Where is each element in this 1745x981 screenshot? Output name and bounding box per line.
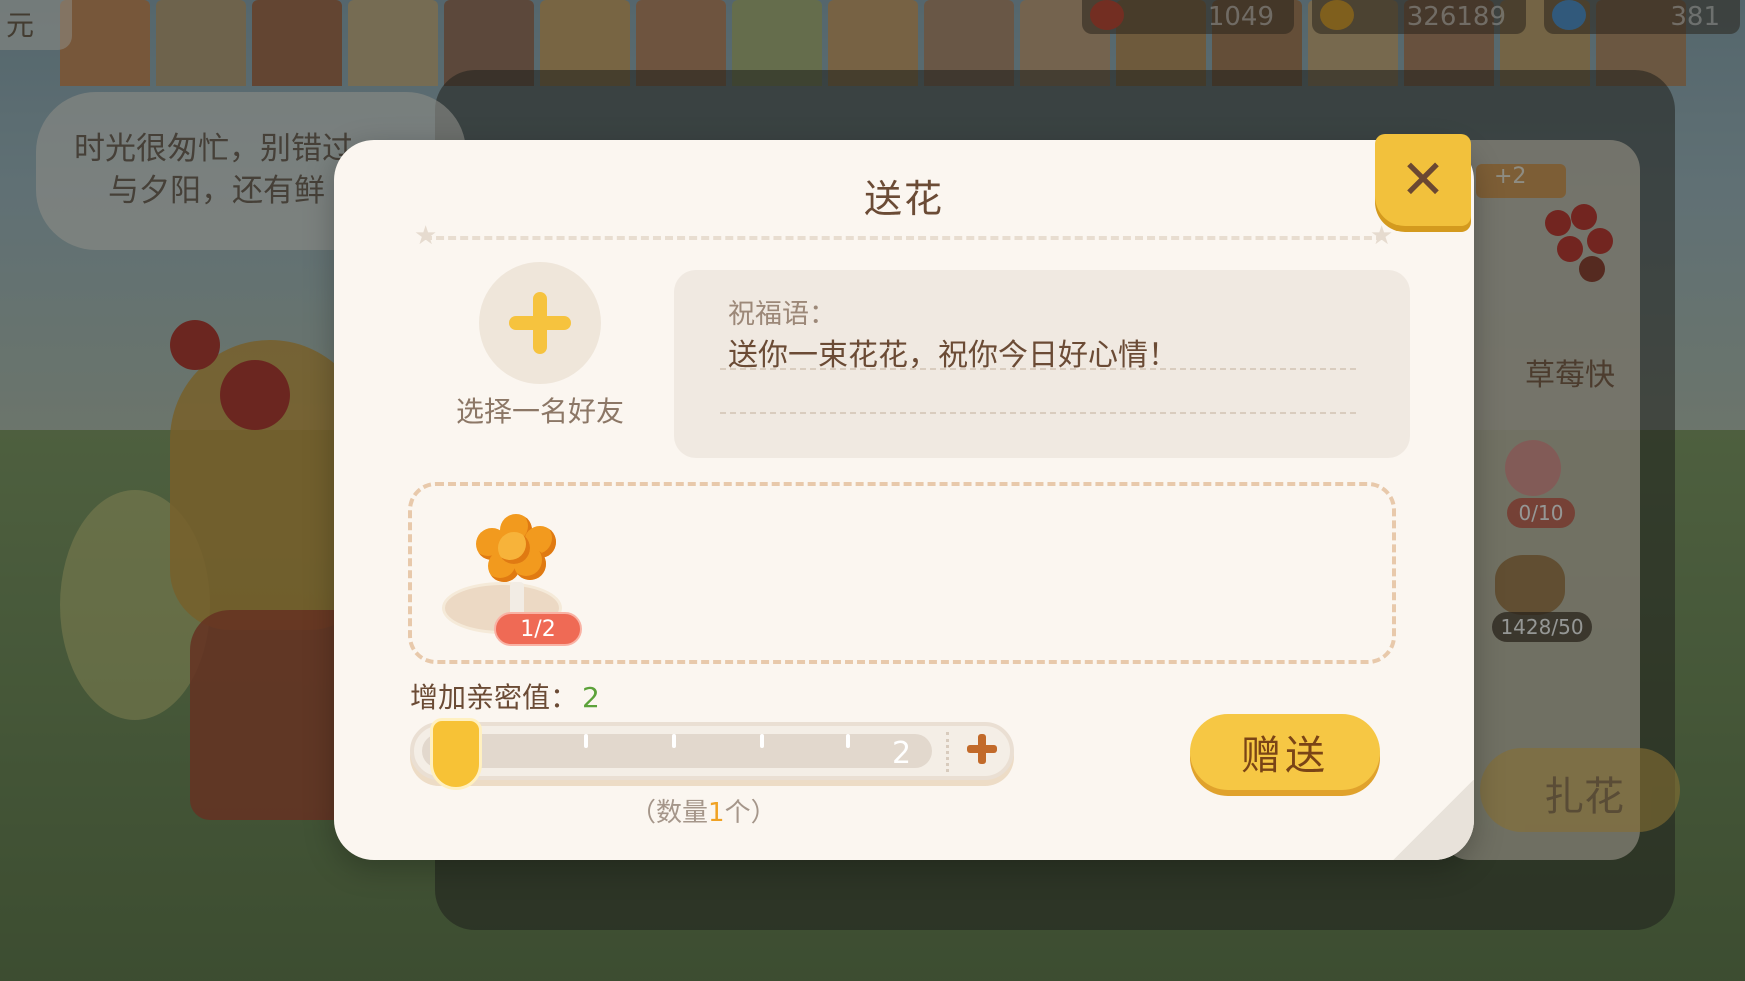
intimacy-value: 2 [582,681,600,714]
intimacy-row: 增加亲密值： 2 [410,676,600,716]
slider-value: 2 [892,736,912,771]
select-friend-button[interactable] [479,262,601,384]
slider-handle[interactable] [430,718,482,790]
quantity-slider[interactable]: 2 [410,722,1014,780]
slider-tick [760,734,764,748]
plus-icon [509,292,571,354]
title-divider [424,236,1384,240]
slider-tick [584,734,588,748]
increase-quantity-button[interactable] [962,726,1002,772]
quantity-number: 1 [708,798,725,828]
close-icon: ✕ [1400,148,1446,211]
quantity-caption: （数量1个） [630,792,777,829]
blessing-underline [720,368,1356,370]
plus-icon [967,734,997,764]
send-button[interactable]: 赠送 [1190,714,1380,790]
intimacy-label: 增加亲密值： [410,681,579,714]
dialog-title: 送花 [863,177,944,221]
flower-item[interactable]: 1/2 [442,502,582,646]
quantity-prefix: （数量 [630,798,709,828]
send-button-label: 赠送 [1241,733,1329,779]
slider-track-inner: 2 [422,734,932,771]
slider-tick [672,734,676,748]
blessing-underline [720,412,1356,414]
close-button[interactable]: ✕ [1375,134,1471,226]
slider-separator [946,732,949,772]
select-friend-label[interactable]: 选择一名好友 [434,390,646,430]
send-flower-dialog: 送花 ★ ★ ✕ 选择一名好友 祝福语： 送你一束花花，祝你今日好心情！ 1/2 [334,134,1474,860]
page-curl-decoration [1392,780,1474,860]
orange-flower-bouquet-icon [462,504,562,616]
blessing-field[interactable]: 祝福语： 送你一束花花，祝你今日好心情！ [674,270,1410,458]
quantity-suffix: 个） [724,798,777,828]
star-icon: ★ [1370,221,1394,251]
flower-selection-area: 1/2 [408,482,1396,664]
flower-count-badge: 1/2 [494,612,582,646]
slider-tick [846,734,850,748]
star-icon: ★ [414,221,438,251]
blessing-label: 祝福语： [728,299,836,330]
